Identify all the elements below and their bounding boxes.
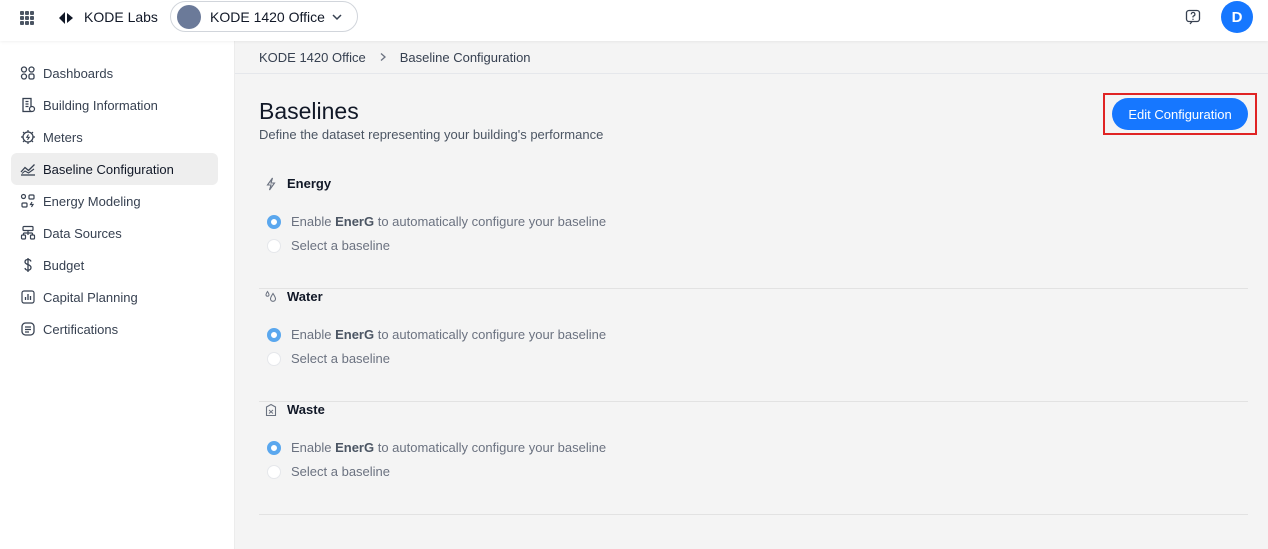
sidebar-item-dashboards[interactable]: Dashboards bbox=[11, 57, 218, 89]
sidebar-item-data-sources[interactable]: Data Sources bbox=[11, 217, 218, 249]
radio-unchecked[interactable] bbox=[267, 464, 281, 479]
edit-configuration-button[interactable]: Edit Configuration bbox=[1112, 98, 1248, 130]
radio-label: Select a baseline bbox=[291, 351, 391, 366]
site-selector[interactable]: KODE 1420 Office bbox=[170, 1, 358, 32]
baseline-chart-icon bbox=[20, 164, 35, 176]
energy-enable-energ-option[interactable]: Enable EnerG to automatically configure … bbox=[267, 214, 606, 229]
meter-icon bbox=[21, 130, 35, 144]
waste-select-baseline-option[interactable]: Select a baseline bbox=[267, 464, 390, 479]
building-icon bbox=[22, 97, 36, 113]
lightning-icon bbox=[266, 177, 276, 190]
sidebar-item-label: Baseline Configuration bbox=[43, 161, 174, 177]
radio-label: Enable EnerG to automatically configure … bbox=[291, 327, 607, 342]
capital-planning-icon bbox=[21, 290, 35, 304]
brand-name: KODE Labs bbox=[84, 9, 158, 25]
page-subtitle: Define the dataset representing your bui… bbox=[259, 127, 604, 142]
water-select-baseline-option[interactable]: Select a baseline bbox=[267, 351, 390, 366]
waste-enable-energ-option[interactable]: Enable EnerG to automatically configure … bbox=[267, 440, 606, 455]
edit-button-highlight: Edit Configuration bbox=[1103, 93, 1257, 135]
radio-label: Select a baseline bbox=[291, 464, 391, 479]
main-content: KODE 1420 Office Baseline Configuration … bbox=[235, 41, 1268, 549]
help-icon[interactable] bbox=[1185, 9, 1201, 25]
sidebar-item-label: Data Sources bbox=[43, 225, 122, 241]
site-name: KODE 1420 Office bbox=[210, 8, 325, 25]
sidebar-item-meters[interactable]: Meters bbox=[11, 121, 218, 153]
energy-select-baseline-option[interactable]: Select a baseline bbox=[267, 238, 390, 253]
sidebar-item-label: Dashboards bbox=[43, 65, 114, 81]
sidebar-item-label: Budget bbox=[43, 257, 85, 273]
data-sources-icon bbox=[20, 225, 36, 240]
sidebar-item-certifications[interactable]: Certifications bbox=[11, 313, 218, 345]
dollar-icon bbox=[24, 258, 32, 272]
sidebar-item-energy-modeling[interactable]: Energy Modeling bbox=[11, 185, 218, 217]
radio-label: Enable EnerG to automatically configure … bbox=[291, 440, 607, 455]
sidebar-item-building-information[interactable]: Building Information bbox=[11, 89, 218, 121]
sidebar-item-capital-planning[interactable]: Capital Planning bbox=[11, 281, 218, 313]
sidebar-item-label: Capital Planning bbox=[43, 289, 138, 305]
chevron-right-icon bbox=[380, 53, 386, 61]
chevron-down-icon bbox=[332, 13, 342, 20]
radio-unchecked[interactable] bbox=[267, 351, 281, 366]
page-title: Baselines bbox=[259, 98, 359, 124]
sidebar-item-budget[interactable]: Budget bbox=[11, 249, 218, 281]
sidebar-item-baseline-configuration[interactable]: Baseline Configuration bbox=[11, 153, 218, 185]
energy-section: Energy Enable EnerG to automatically con… bbox=[259, 176, 1248, 289]
radio-label: Enable EnerG to automatically configure … bbox=[291, 214, 607, 229]
breadcrumb: KODE 1420 Office Baseline Configuration bbox=[235, 41, 1268, 74]
sidebar-item-label: Energy Modeling bbox=[43, 193, 141, 209]
sidebar-item-label: Certifications bbox=[43, 321, 119, 337]
app-grid-icon[interactable] bbox=[20, 11, 34, 25]
radio-checked[interactable] bbox=[267, 440, 281, 455]
section-title: Water bbox=[287, 289, 323, 304]
waste-bin-icon bbox=[265, 403, 277, 416]
water-enable-energ-option[interactable]: Enable EnerG to automatically configure … bbox=[267, 327, 606, 342]
kode-logo-icon bbox=[59, 12, 73, 24]
certification-icon bbox=[21, 322, 35, 336]
sidebar-item-label: Meters bbox=[43, 129, 83, 145]
user-avatar[interactable]: D bbox=[1221, 1, 1253, 33]
water-section: Water Enable EnerG to automatically conf… bbox=[259, 289, 1248, 402]
radio-label: Select a baseline bbox=[291, 238, 391, 253]
sidebar-item-label: Building Information bbox=[43, 97, 158, 113]
radio-checked[interactable] bbox=[267, 214, 281, 229]
dashboards-icon bbox=[20, 66, 35, 80]
waste-section: Waste Enable EnerG to automatically conf… bbox=[259, 402, 1248, 515]
section-title: Energy bbox=[287, 176, 332, 191]
sidebar: Dashboards Building Information Meters B… bbox=[0, 41, 235, 549]
site-avatar bbox=[177, 4, 201, 29]
breadcrumb-item-current: Baseline Configuration bbox=[399, 49, 531, 65]
section-header: Energy bbox=[264, 176, 331, 191]
radio-unchecked[interactable] bbox=[267, 238, 281, 253]
section-title: Waste bbox=[287, 402, 325, 417]
section-header: Water bbox=[264, 289, 323, 304]
breadcrumb-item-site[interactable]: KODE 1420 Office bbox=[259, 50, 366, 65]
radio-checked[interactable] bbox=[267, 327, 281, 342]
top-bar: KODE Labs KODE 1420 Office D bbox=[0, 0, 1268, 41]
water-drops-icon bbox=[265, 290, 277, 302]
energy-modeling-icon bbox=[20, 193, 35, 208]
section-header: Waste bbox=[264, 402, 325, 417]
